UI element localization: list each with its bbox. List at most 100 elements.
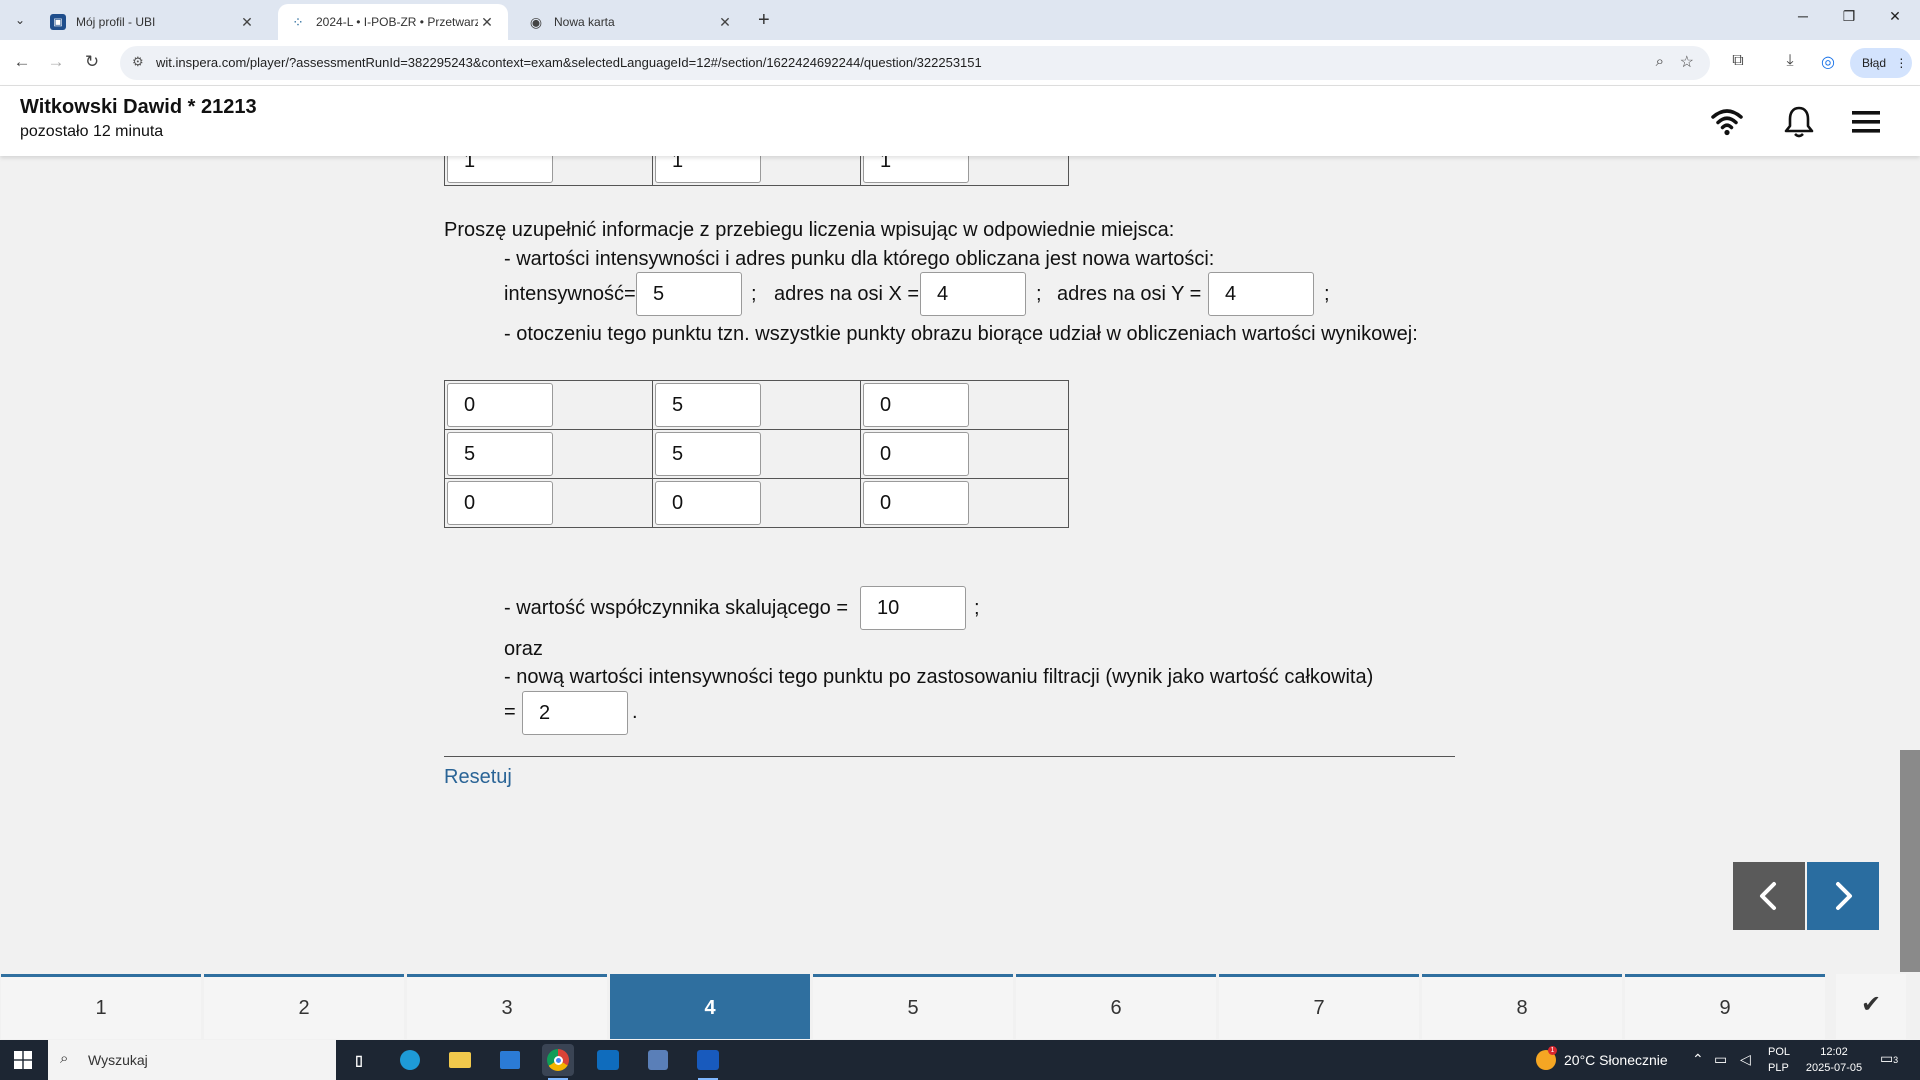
task-view-icon[interactable]: ▯ — [343, 1044, 375, 1076]
result-input[interactable]: 2 — [522, 691, 628, 735]
window-close-icon[interactable]: ✕ — [1872, 8, 1918, 25]
site-settings-icon[interactable]: ⚙ — [132, 54, 144, 70]
separator: ; — [1324, 283, 1330, 305]
question-tab-5[interactable]: 5 — [813, 974, 1013, 1039]
close-icon[interactable]: ✕ — [716, 14, 734, 31]
new-tab-button[interactable]: + — [758, 9, 770, 32]
forward-arrow-icon[interactable]: → — [44, 52, 68, 72]
grid-input[interactable]: 5 — [655, 383, 761, 427]
tab-title: Nowa karta — [554, 15, 615, 29]
grid-input[interactable]: 1 — [863, 156, 969, 183]
grid-cell: 5 — [652, 380, 861, 430]
intensity-input[interactable]: 5 — [636, 272, 742, 316]
tab-inspera-exam[interactable]: ⁘ 2024-L • I-POB-ZR • Przetwarza ✕ — [278, 4, 508, 40]
taskbar-search[interactable]: ⌕ Wyszukaj — [48, 1040, 336, 1080]
close-icon[interactable]: ✕ — [238, 14, 256, 31]
grid-input[interactable]: 1 — [447, 156, 553, 183]
tab-search-chevron-icon[interactable]: ⌄ — [8, 8, 32, 32]
question-tab-1[interactable]: 1 — [1, 974, 201, 1039]
y-address-input[interactable]: 4 — [1208, 272, 1314, 316]
reload-icon[interactable]: ↻ — [80, 52, 104, 72]
store-icon[interactable] — [494, 1044, 526, 1076]
search-icon: ⌕ — [60, 1050, 69, 1067]
edge-icon[interactable] — [394, 1044, 426, 1076]
volume-icon[interactable]: ◁ — [1740, 1051, 1751, 1068]
language-bottom: PLP — [1768, 1062, 1789, 1074]
time-remaining: pozostało 12 minuta — [20, 123, 164, 140]
grid-input[interactable]: 5 — [447, 432, 553, 476]
submit-checkmark-button[interactable]: ✔ — [1836, 974, 1906, 1039]
weather-text[interactable]: 20°C Słonecznie — [1564, 1052, 1668, 1068]
question-tab-7[interactable]: 7 — [1219, 974, 1419, 1039]
language-top: POL — [1768, 1046, 1791, 1058]
address-bar[interactable]: ⚙ wit.inspera.com/player/?assessmentRunI… — [120, 46, 1710, 80]
file-explorer-icon[interactable] — [444, 1044, 476, 1076]
question-tab-8[interactable]: 8 — [1422, 974, 1622, 1039]
tab-nowa-karta[interactable]: ◉ Nowa karta ✕ — [516, 4, 746, 40]
grid-cell: 0 — [444, 380, 653, 430]
language-indicator[interactable]: POL PLP — [1768, 1044, 1790, 1076]
grid-input[interactable]: 0 — [863, 481, 969, 525]
grid-input[interactable]: 5 — [655, 432, 761, 476]
error-button[interactable]: Błąd ⋮ — [1850, 48, 1912, 78]
network-icon[interactable]: ▭ — [1714, 1051, 1727, 1068]
speech-bubble-icon: ▭ — [1880, 1050, 1894, 1066]
chevron-right-icon — [1836, 882, 1852, 910]
download-icon[interactable]: ⤓ — [1778, 52, 1802, 70]
grid-input[interactable]: 0 — [863, 383, 969, 427]
back-arrow-icon[interactable]: ← — [10, 52, 34, 72]
checkmark-icon: ✔ — [1860, 991, 1882, 1018]
wifi-icon[interactable] — [1709, 104, 1745, 140]
close-icon[interactable]: ✕ — [478, 14, 496, 31]
zoom-icon[interactable]: ⌕ — [1656, 53, 1664, 70]
browser-toolbar: ← → ↻ ⚙ wit.inspera.com/player/?assessme… — [0, 40, 1920, 86]
previous-question-button[interactable] — [1733, 862, 1805, 930]
scale-factor-input[interactable]: 10 — [860, 586, 966, 630]
windows-start-icon[interactable] — [14, 1051, 32, 1069]
grid-input[interactable]: 1 — [655, 156, 761, 183]
tray-chevron-icon[interactable]: ⌃ — [1692, 1051, 1704, 1068]
bell-icon[interactable] — [1781, 104, 1817, 140]
grid-row: 1 1 1 — [444, 156, 1069, 186]
grid-input[interactable]: 0 — [447, 481, 553, 525]
x-address-input[interactable]: 4 — [920, 272, 1026, 316]
word-icon[interactable] — [692, 1044, 724, 1080]
grid-cell: 0 — [860, 429, 1069, 479]
equals-label: = — [504, 701, 516, 723]
teams-app-icon[interactable] — [642, 1044, 674, 1076]
profile-icon[interactable]: ◎ — [1816, 52, 1840, 72]
grid-cell: 0 — [444, 478, 653, 528]
hamburger-menu-icon[interactable] — [1849, 104, 1885, 140]
tab-moj-profil[interactable]: ▣ Mój profil - UBI ✕ — [38, 4, 268, 40]
chrome-icon[interactable] — [542, 1044, 574, 1080]
minimize-icon[interactable]: ─ — [1780, 8, 1826, 24]
globe-icon: ◉ — [529, 13, 543, 30]
outlook-icon[interactable] — [592, 1044, 624, 1076]
bookmark-star-icon[interactable]: ☆ — [1680, 52, 1694, 72]
reset-link[interactable]: Resetuj — [444, 766, 512, 789]
clock-date: 2025-07-05 — [1805, 1062, 1863, 1074]
grid-input[interactable]: 0 — [447, 383, 553, 427]
grid-input[interactable]: 0 — [863, 432, 969, 476]
scrollbar-thumb[interactable] — [1900, 750, 1920, 972]
restore-icon[interactable]: ❐ — [1826, 8, 1872, 25]
neighborhood-grid: 0 5 0 5 5 0 0 0 0 — [444, 380, 1069, 528]
divider — [444, 756, 1455, 757]
grid-cell: 0 — [860, 478, 1069, 528]
question-intro: Proszę uzupełnić informacje z przebiegu … — [444, 219, 1175, 241]
question-tab-3[interactable]: 3 — [407, 974, 607, 1039]
next-question-button[interactable] — [1807, 862, 1879, 930]
weather-badge: 1 — [1548, 1046, 1557, 1055]
chevron-left-icon — [1760, 882, 1776, 910]
extensions-icon[interactable]: ⧉ — [1726, 52, 1750, 70]
question-tab-4[interactable]: 4 — [610, 974, 810, 1039]
question-tab-2[interactable]: 2 — [204, 974, 404, 1039]
url-text[interactable]: wit.inspera.com/player/?assessmentRunId=… — [156, 55, 982, 70]
tab-title: Mój profil - UBI — [76, 15, 156, 29]
question-tab-6[interactable]: 6 — [1016, 974, 1216, 1039]
question-tab-9[interactable]: 9 — [1625, 974, 1825, 1039]
notification-icon[interactable]: ▭ 3 — [1880, 1050, 1898, 1067]
clock[interactable]: 12:02 2025-07-05 — [1802, 1044, 1866, 1076]
grid-input[interactable]: 0 — [655, 481, 761, 525]
search-placeholder: Wyszukaj — [88, 1052, 148, 1068]
